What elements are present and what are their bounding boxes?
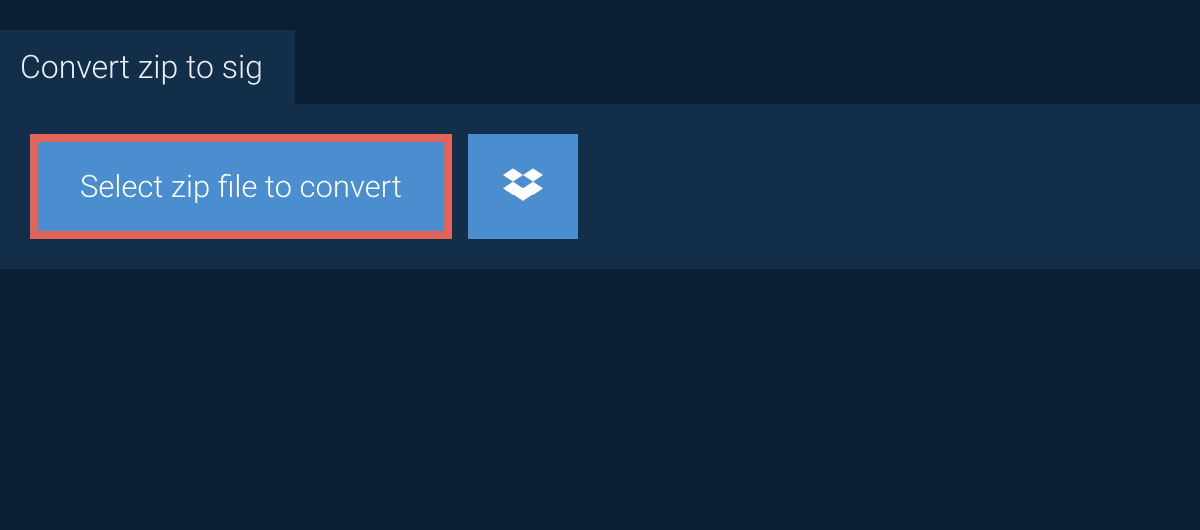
- tab-convert-zip-to-sig[interactable]: Convert zip to sig: [0, 30, 295, 104]
- conversion-panel: Select zip file to convert: [0, 104, 1200, 269]
- select-file-button[interactable]: Select zip file to convert: [30, 134, 452, 239]
- select-file-label: Select zip file to convert: [80, 168, 402, 205]
- dropbox-icon: [503, 165, 543, 209]
- button-row: Select zip file to convert: [30, 134, 1170, 239]
- tab-title: Convert zip to sig: [20, 48, 263, 86]
- tab-bar: Convert zip to sig: [0, 30, 1200, 104]
- dropbox-button[interactable]: [468, 134, 578, 239]
